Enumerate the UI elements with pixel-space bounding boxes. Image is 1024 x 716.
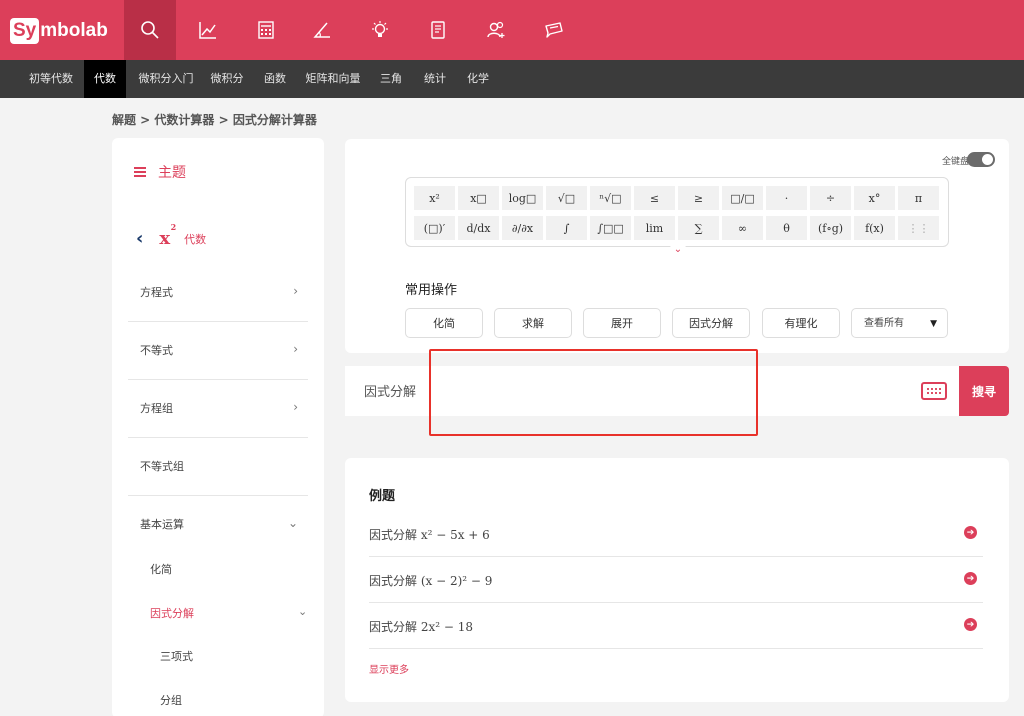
example-item[interactable]: 因式分解 x² − 5x + 6 ➔	[369, 511, 983, 557]
key-infinity[interactable]: ∞	[722, 216, 763, 240]
key-integral[interactable]: ∫	[546, 216, 587, 240]
sidebar-heading-label: 主题	[158, 165, 186, 181]
subnav-item-statistics[interactable]: 统计	[416, 60, 454, 98]
view-all-select[interactable]: 查看所有 ▼	[851, 308, 948, 338]
geometry-icon[interactable]	[296, 0, 348, 60]
chevron-left-icon: ‹	[136, 228, 144, 249]
subnav-item-pre-calculus[interactable]: 微积分入门	[132, 60, 200, 98]
highlight-box	[429, 349, 758, 436]
key-function[interactable]: f(x)	[854, 216, 895, 240]
sidebar-item-inequality-systems[interactable]: 不等式组	[128, 438, 308, 496]
common-operations-title: 常用操作	[405, 283, 458, 298]
menu-icon	[134, 165, 146, 179]
example-item[interactable]: 因式分解 2x² − 18 ➔	[369, 603, 983, 649]
key-power[interactable]: x□	[458, 186, 499, 210]
key-definite-integral[interactable]: ∫□□	[590, 216, 631, 240]
factor-button[interactable]: 因式分解	[672, 308, 750, 338]
subnav-item-chemistry[interactable]: 化学	[460, 60, 496, 98]
chat-icon[interactable]	[528, 0, 580, 60]
rationalize-button[interactable]: 有理化	[762, 308, 840, 338]
sidebar-subitem-grouping[interactable]: 分组	[160, 692, 182, 708]
subnav-item-functions[interactable]: 函数	[256, 60, 294, 98]
key-pi[interactable]: π	[898, 186, 939, 210]
users-icon[interactable]	[470, 0, 522, 60]
chevron-down-icon[interactable]: ⌄	[670, 241, 686, 257]
breadcrumb[interactable]: 解题 > 代数计算器 > 因式分解计算器	[112, 111, 317, 128]
graph-icon[interactable]	[182, 0, 234, 60]
x-squared-icon: x2	[159, 222, 177, 249]
examples-title: 例题	[369, 489, 396, 504]
logo-badge: Sy	[10, 18, 40, 44]
top-navigation: Sy mbolab	[0, 0, 1024, 60]
show-more-link[interactable]: 显示更多	[369, 661, 409, 676]
sidebar-item-inequalities[interactable]: 不等式 ›	[128, 322, 308, 380]
key-x-squared[interactable]: x²	[414, 186, 455, 210]
sidebar-item-equations[interactable]: 方程式 ›	[128, 264, 308, 322]
sidebar-item-basic-operations[interactable]: 基本运算 ⌄	[128, 496, 308, 554]
key-limit[interactable]: lim	[634, 216, 675, 240]
key-log[interactable]: log□	[502, 186, 543, 210]
key-geq[interactable]: ≥	[678, 186, 719, 210]
sidebar-subitem-simplify[interactable]: 化简	[150, 561, 172, 577]
symbolab-logo[interactable]: Sy mbolab	[10, 16, 108, 46]
search-button[interactable]: 搜寻	[959, 366, 1009, 416]
solve-button[interactable]: 求解	[494, 308, 572, 338]
chevron-down-icon[interactable]: ⌄	[298, 605, 307, 618]
subnav-item-matrices-vectors[interactable]: 矩阵和向量	[300, 60, 366, 98]
key-matrix[interactable]: ⋮⋮	[898, 216, 939, 240]
example-item[interactable]: 因式分解 (x − 2)² − 9 ➔	[369, 557, 983, 603]
key-divide[interactable]: ÷	[810, 186, 851, 210]
math-keyboard-panel: 全键盘 x² x□ log□ √□ ⁿ√□ ≤ ≥ □/□ · ÷ x° π (…	[345, 139, 1009, 353]
simplify-button[interactable]: 化简	[405, 308, 483, 338]
math-keyboard: x² x□ log□ √□ ⁿ√□ ≤ ≥ □/□ · ÷ x° π (□)′ …	[405, 177, 949, 247]
chevron-down-icon: ⌄	[287, 516, 298, 530]
subnav-item-algebra[interactable]: 代数	[84, 60, 126, 98]
keyboard-icon[interactable]	[921, 382, 947, 400]
key-dot[interactable]: ·	[766, 186, 807, 210]
key-partial[interactable]: ∂/∂x	[502, 216, 543, 240]
sidebar-back-algebra[interactable]: ‹ x2 代数	[136, 222, 207, 249]
expand-button[interactable]: 展开	[583, 308, 661, 338]
chevron-right-icon: ›	[293, 284, 298, 298]
examples-panel: 例题 因式分解 x² − 5x + 6 ➔ 因式分解 (x − 2)² − 9 …	[345, 458, 1009, 702]
full-keyboard-label: 全键盘	[941, 157, 969, 167]
arrow-right-icon[interactable]: ➔	[964, 572, 977, 585]
key-sqrt[interactable]: √□	[546, 186, 587, 210]
logo-text: mbolab	[40, 20, 108, 41]
arrow-right-icon[interactable]: ➔	[964, 618, 977, 631]
calculator-icon[interactable]	[240, 0, 292, 60]
topic-sidebar: 主题 ‹ x2 代数 方程式 › 不等式 › 方程组 › 不等式组 基本运算 ⌄…	[112, 138, 324, 716]
search-icon[interactable]	[124, 0, 176, 60]
subnav-item-pre-algebra[interactable]: 初等代数	[22, 60, 80, 98]
key-theta[interactable]: θ	[766, 216, 807, 240]
arrow-right-icon[interactable]: ➔	[964, 526, 977, 539]
sidebar-heading[interactable]: 主题	[134, 162, 186, 182]
key-degree[interactable]: x°	[854, 186, 895, 210]
math-input-value: 因式分解	[364, 385, 417, 400]
caret-down-icon: ▼	[930, 319, 937, 329]
full-keyboard-toggle[interactable]	[967, 152, 995, 167]
key-fraction[interactable]: □/□	[722, 186, 763, 210]
key-composition[interactable]: (f∘g)	[810, 216, 851, 240]
key-leq[interactable]: ≤	[634, 186, 675, 210]
key-derivative-prime[interactable]: (□)′	[414, 216, 455, 240]
subnav-item-trigonometry[interactable]: 三角	[372, 60, 410, 98]
sidebar-back-label: 代数	[184, 232, 207, 246]
chevron-right-icon: ›	[293, 342, 298, 356]
lightbulb-icon[interactable]	[354, 0, 406, 60]
notebook-icon[interactable]	[412, 0, 464, 60]
key-d-dx[interactable]: d/dx	[458, 216, 499, 240]
sidebar-subitem-factor[interactable]: 因式分解	[150, 605, 194, 621]
subject-navigation: 初等代数 代数 微积分入门 微积分 函数 矩阵和向量 三角 统计 化学	[0, 60, 1024, 98]
subnav-item-calculus[interactable]: 微积分	[204, 60, 250, 98]
key-sum[interactable]: ∑	[678, 216, 719, 240]
key-nth-root[interactable]: ⁿ√□	[590, 186, 631, 210]
sidebar-subitem-trinomial[interactable]: 三项式	[160, 648, 193, 664]
chevron-right-icon: ›	[293, 400, 298, 414]
sidebar-item-systems[interactable]: 方程组 ›	[128, 380, 308, 438]
